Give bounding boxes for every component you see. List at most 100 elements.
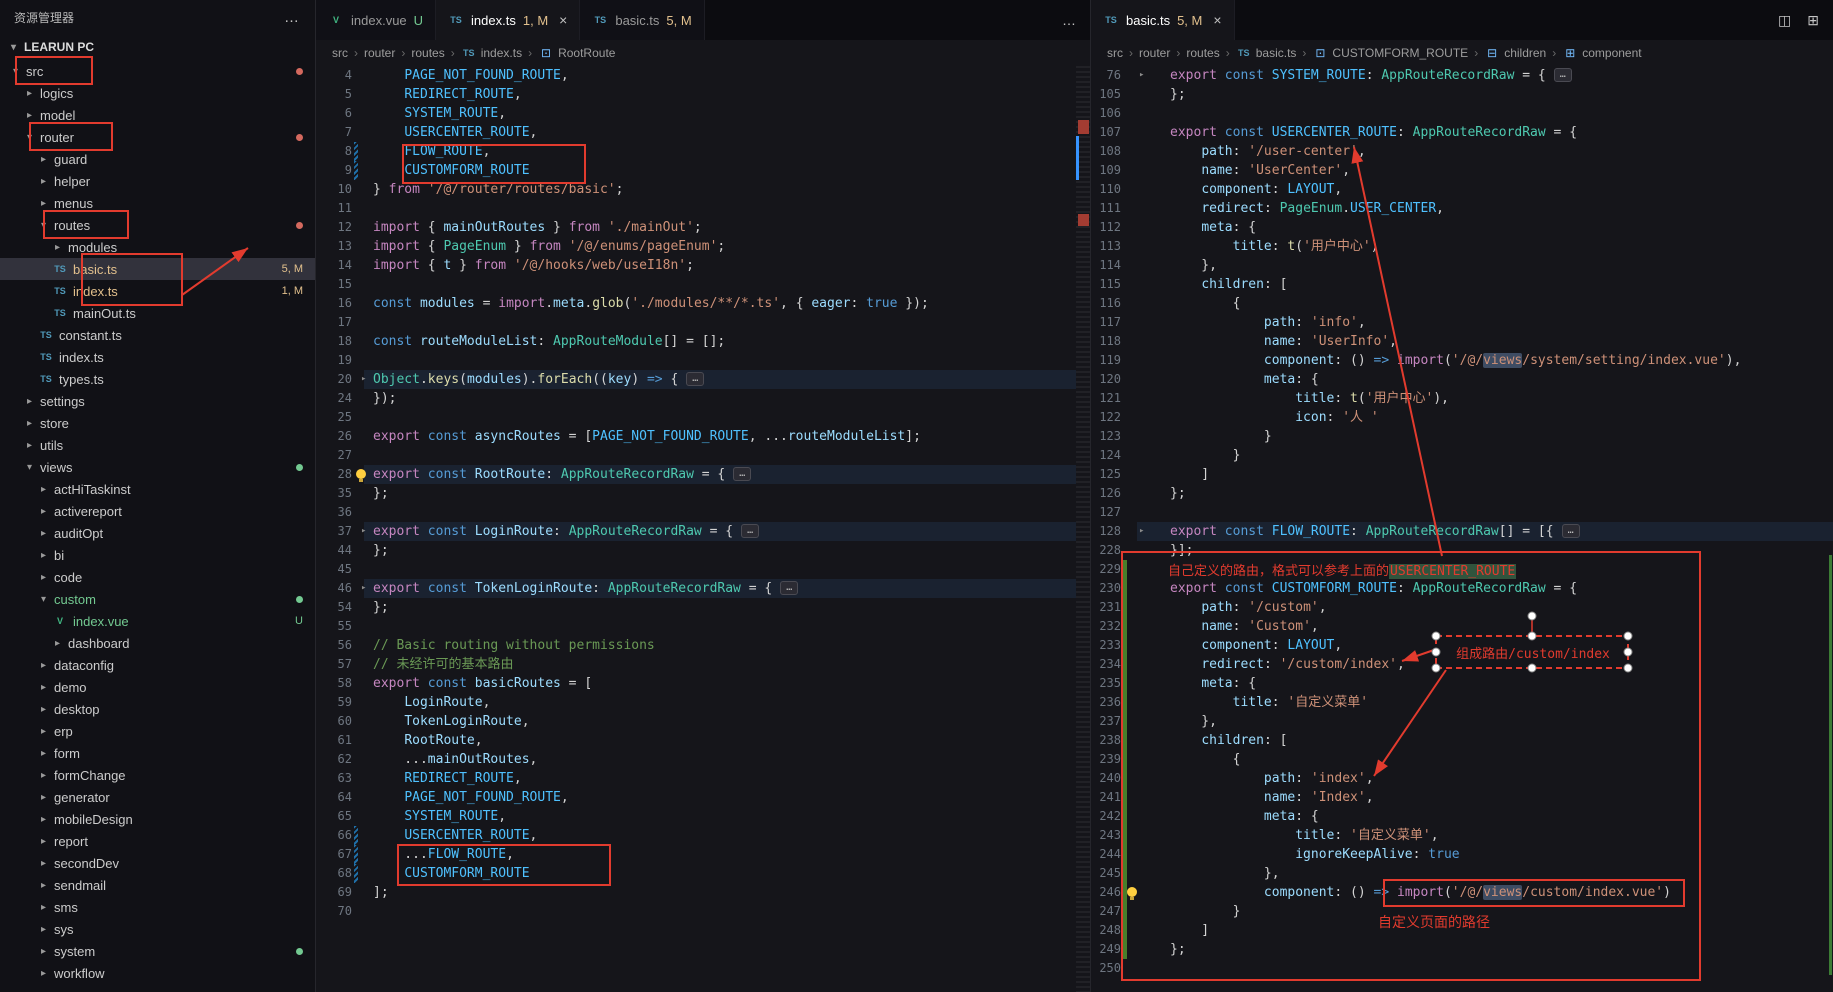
code-line-61[interactable]: 61 RootRoute,: [316, 731, 1076, 750]
tree-item-model[interactable]: ▸model: [0, 104, 315, 126]
code-line-63[interactable]: 63 REDIRECT_ROUTE,: [316, 769, 1076, 788]
tree-item-types-ts[interactable]: TStypes.ts: [0, 368, 315, 390]
code-line-238[interactable]: 238 children: [: [1091, 731, 1833, 750]
code-line-13[interactable]: 13import { PageEnum } from '/@/enums/pag…: [316, 237, 1076, 256]
code-line-240[interactable]: 240 path: 'index',: [1091, 769, 1833, 788]
close-icon[interactable]: ×: [559, 12, 567, 28]
tree-item-bi[interactable]: ▸bi: [0, 544, 315, 566]
code-line-70[interactable]: 70: [316, 902, 1076, 921]
tree-item-workflow[interactable]: ▸workflow: [0, 962, 315, 984]
tree-item-report[interactable]: ▸report: [0, 830, 315, 852]
tree-item-activereport[interactable]: ▸activereport: [0, 500, 315, 522]
code-line-68[interactable]: 68 CUSTOMFORM_ROUTE: [316, 864, 1076, 883]
code-line-230[interactable]: 230export const CUSTOMFORM_ROUTE: AppRou…: [1091, 579, 1833, 598]
code-line-16[interactable]: 16const modules = import.meta.glob('./mo…: [316, 294, 1076, 313]
tree-item-guard[interactable]: ▸guard: [0, 148, 315, 170]
code-line-114[interactable]: 114 },: [1091, 256, 1833, 275]
fold-chevron-icon[interactable]: ▸: [361, 522, 366, 541]
code-line-7[interactable]: 7 USERCENTER_ROUTE,: [316, 123, 1076, 142]
breadcrumb-item-children[interactable]: ⊟children: [1484, 46, 1546, 60]
breadcrumb-item-routes[interactable]: routes: [1186, 46, 1219, 60]
code-line-46[interactable]: 46▸export const TokenLoginRoute: AppRout…: [316, 579, 1076, 598]
code-line-119[interactable]: 119 component: () => import('/@/views/sy…: [1091, 351, 1833, 370]
folded-code-icon[interactable]: …: [780, 581, 798, 595]
breadcrumb-item-src[interactable]: src: [1107, 46, 1123, 60]
code-line-67[interactable]: 67 ...FLOW_ROUTE,: [316, 845, 1076, 864]
code-line-10[interactable]: 10} from '/@/router/routes/basic';: [316, 180, 1076, 199]
code-line-117[interactable]: 117 path: 'info',: [1091, 313, 1833, 332]
code-line-55[interactable]: 55: [316, 617, 1076, 636]
folded-code-icon[interactable]: …: [1554, 68, 1572, 82]
code-line-27[interactable]: 27: [316, 446, 1076, 465]
tree-item-index-ts[interactable]: TSindex.ts1, M: [0, 280, 315, 302]
folded-code-icon[interactable]: …: [1562, 524, 1580, 538]
code-line-244[interactable]: 244 ignoreKeepAlive: true: [1091, 845, 1833, 864]
code-line-109[interactable]: 109 name: 'UserCenter',: [1091, 161, 1833, 180]
workspace-header[interactable]: ▾ LEARUN PC: [0, 34, 315, 60]
code-line-115[interactable]: 115 children: [: [1091, 275, 1833, 294]
breadcrumb-item-router[interactable]: router: [364, 46, 395, 60]
code-line-45[interactable]: 45: [316, 560, 1076, 579]
code-line-110[interactable]: 110 component: LAYOUT,: [1091, 180, 1833, 199]
code-line-235[interactable]: 235 meta: {: [1091, 674, 1833, 693]
folded-code-icon[interactable]: …: [686, 372, 704, 386]
code-line-248[interactable]: 248 ]: [1091, 921, 1833, 940]
close-icon[interactable]: ×: [1213, 12, 1221, 28]
code-line-247[interactable]: 247 }: [1091, 902, 1833, 921]
code-line-65[interactable]: 65 SYSTEM_ROUTE,: [316, 807, 1076, 826]
tree-item-constant-ts[interactable]: TSconstant.ts: [0, 324, 315, 346]
fold-chevron-icon[interactable]: ▸: [1139, 66, 1144, 85]
lightbulb-icon[interactable]: [1127, 887, 1137, 897]
fold-chevron-icon[interactable]: ▸: [361, 579, 366, 598]
tree-item-store[interactable]: ▸store: [0, 412, 315, 434]
code-line-19[interactable]: 19: [316, 351, 1076, 370]
tree-item-utils[interactable]: ▸utils: [0, 434, 315, 456]
code-line-76[interactable]: 76▸export const SYSTEM_ROUTE: AppRouteRe…: [1091, 66, 1833, 85]
code-line-12[interactable]: 12import { mainOutRoutes } from './mainO…: [316, 218, 1076, 237]
breadcrumb-item-component[interactable]: ⊞component: [1562, 46, 1641, 60]
breadcrumb-item-routes[interactable]: routes: [411, 46, 444, 60]
tree-item-sys[interactable]: ▸sys: [0, 918, 315, 940]
code-line-116[interactable]: 116 {: [1091, 294, 1833, 313]
code-line-246[interactable]: 246 component: () => import('/@/views/cu…: [1091, 883, 1833, 902]
tab-basic-ts[interactable]: TSbasic.ts5, M×: [1091, 0, 1235, 40]
code-line-106[interactable]: 106: [1091, 104, 1833, 123]
tab-index-vue[interactable]: Vindex.vueU: [316, 0, 436, 40]
code-line-9[interactable]: 9 CUSTOMFORM_ROUTE: [316, 161, 1076, 180]
code-line-36[interactable]: 36: [316, 503, 1076, 522]
tree-item-formchange[interactable]: ▸formChange: [0, 764, 315, 786]
code-editor[interactable]: 76▸export const SYSTEM_ROUTE: AppRouteRe…: [1091, 66, 1833, 992]
tree-item-src[interactable]: ▾src: [0, 60, 315, 82]
code-line-123[interactable]: 123 }: [1091, 427, 1833, 446]
tree-item-views[interactable]: ▾views: [0, 456, 315, 478]
code-line-108[interactable]: 108 path: '/user-center',: [1091, 142, 1833, 161]
code-line-37[interactable]: 37▸export const LoginRoute: AppRouteReco…: [316, 522, 1076, 541]
code-line-128[interactable]: 128▸export const FLOW_ROUTE: AppRouteRec…: [1091, 522, 1833, 541]
code-line-127[interactable]: 127: [1091, 503, 1833, 522]
code-line-112[interactable]: 112 meta: {: [1091, 218, 1833, 237]
split-editor-icon[interactable]: ◫: [1778, 12, 1791, 29]
tree-item-mobiledesign[interactable]: ▸mobileDesign: [0, 808, 315, 830]
tree-item-index-ts[interactable]: TSindex.ts: [0, 346, 315, 368]
code-line-56[interactable]: 56// Basic routing without permissions: [316, 636, 1076, 655]
code-line-243[interactable]: 243 title: '自定义菜单',: [1091, 826, 1833, 845]
code-line-105[interactable]: 105};: [1091, 85, 1833, 104]
breadcrumb-item-rootroute[interactable]: ⊡RootRoute: [538, 46, 615, 60]
fold-chevron-icon[interactable]: ▸: [361, 370, 366, 389]
code-line-28[interactable]: 28▸export const RootRoute: AppRouteRecor…: [316, 465, 1076, 484]
tree-item-dataconfig[interactable]: ▸dataconfig: [0, 654, 315, 676]
code-line-24[interactable]: 24});: [316, 389, 1076, 408]
tree-item-custom[interactable]: ▾custom: [0, 588, 315, 610]
tree-item-acthitaskinst[interactable]: ▸actHiTaskinst: [0, 478, 315, 500]
code-line-44[interactable]: 44};: [316, 541, 1076, 560]
code-line-57[interactable]: 57// 未经许可的基本路由: [316, 655, 1076, 674]
tree-item-sms[interactable]: ▸sms: [0, 896, 315, 918]
code-line-118[interactable]: 118 name: 'UserInfo',: [1091, 332, 1833, 351]
tree-item-dashboard[interactable]: ▸dashboard: [0, 632, 315, 654]
code-line-229[interactable]: 229: [1091, 560, 1833, 579]
code-line-245[interactable]: 245 },: [1091, 864, 1833, 883]
code-editor[interactable]: 4 PAGE_NOT_FOUND_ROUTE,5 REDIRECT_ROUTE,…: [316, 66, 1076, 992]
tree-item-demo[interactable]: ▸demo: [0, 676, 315, 698]
code-line-120[interactable]: 120 meta: {: [1091, 370, 1833, 389]
code-line-59[interactable]: 59 LoginRoute,: [316, 693, 1076, 712]
